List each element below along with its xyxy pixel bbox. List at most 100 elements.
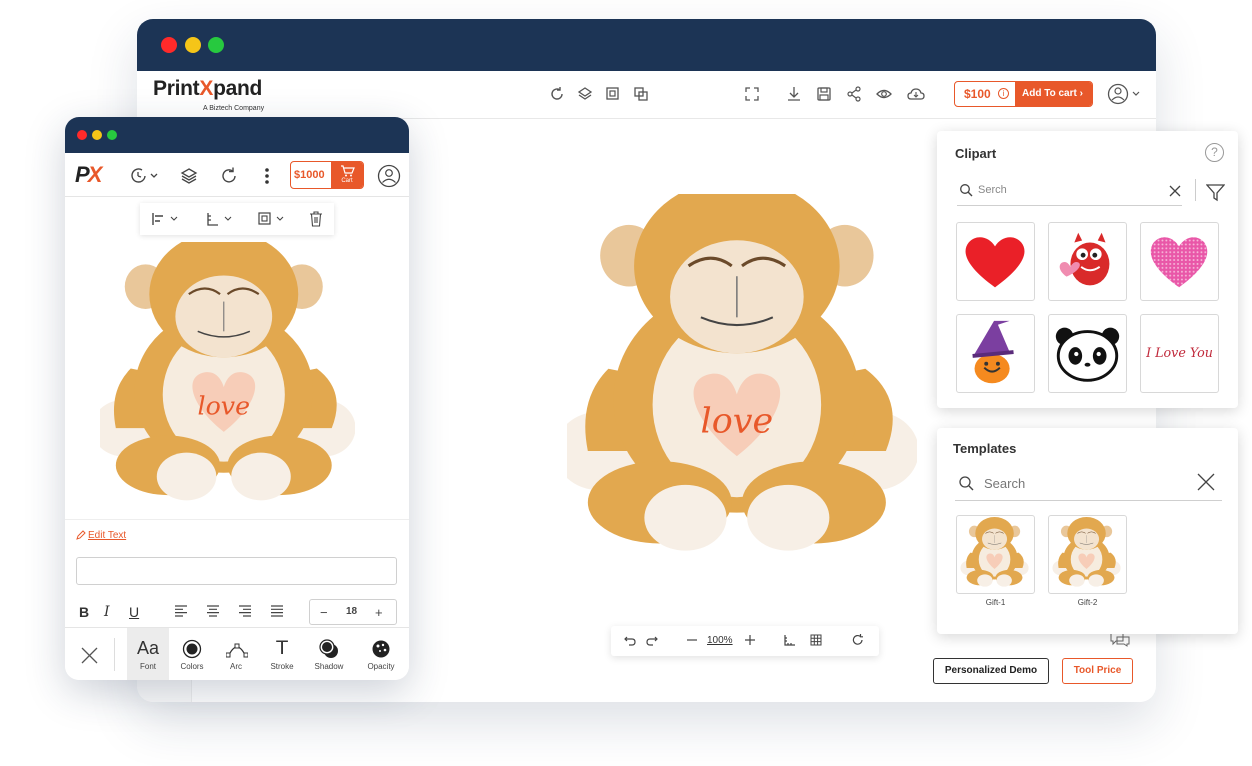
mobile-window: PX $1000 Cart love Edit Text B I U − 18 … xyxy=(65,117,409,680)
pencil-icon xyxy=(76,530,86,540)
bold-button[interactable]: B xyxy=(79,604,89,620)
filter-icon[interactable] xyxy=(1206,183,1225,202)
templates-search-input[interactable]: Search xyxy=(984,476,1025,491)
template-gift-1[interactable] xyxy=(956,515,1035,594)
minimize-dot[interactable] xyxy=(185,37,201,53)
zoom-out-icon[interactable] xyxy=(685,633,699,647)
duplicate-icon[interactable] xyxy=(632,85,650,103)
panda-face-icon xyxy=(1055,327,1120,382)
download-icon[interactable] xyxy=(785,85,803,103)
price-add-to-cart-button[interactable]: $100 i Add To cart › xyxy=(954,81,1093,107)
redo-icon[interactable] xyxy=(645,633,659,647)
shadow-icon xyxy=(319,639,338,658)
layers-icon[interactable] xyxy=(179,166,199,186)
tool-opacity[interactable]: Opacity xyxy=(358,628,404,680)
more-options-icon[interactable] xyxy=(257,166,277,186)
stroke-icon: T xyxy=(276,637,288,659)
personalized-demo-button[interactable]: Personalized Demo xyxy=(933,658,1049,684)
cart-label: Cart xyxy=(331,162,363,188)
copy-icon[interactable] xyxy=(604,85,622,103)
align-center-text-icon[interactable] xyxy=(206,605,220,617)
close-dot[interactable] xyxy=(161,37,177,53)
decrease-size-button[interactable]: − xyxy=(320,605,328,620)
underline-button[interactable]: U xyxy=(129,604,139,620)
share-icon[interactable] xyxy=(845,85,863,103)
preview-icon[interactable] xyxy=(875,85,893,103)
maximize-dot[interactable] xyxy=(107,130,117,140)
opacity-icon xyxy=(372,640,390,658)
align-left-text-icon[interactable] xyxy=(174,605,188,617)
i-love-you-text-icon: I Love You xyxy=(1145,345,1213,360)
refresh-icon[interactable] xyxy=(548,85,566,103)
clipart-red-monster[interactable] xyxy=(1048,222,1127,301)
mobile-product-preview[interactable]: love xyxy=(100,242,355,510)
product-preview[interactable]: love xyxy=(567,194,917,564)
cloud-icon[interactable] xyxy=(907,85,925,103)
clear-search-icon[interactable] xyxy=(1169,185,1181,197)
history-icon[interactable] xyxy=(129,166,161,186)
maximize-dot[interactable] xyxy=(208,37,224,53)
clipart-red-heart[interactable] xyxy=(956,222,1035,301)
text-input[interactable] xyxy=(76,557,397,585)
search-divider xyxy=(1195,179,1196,201)
mobile-cart-button[interactable]: $1000 Cart xyxy=(290,161,364,189)
template-gift-2[interactable] xyxy=(1048,515,1127,594)
copy-icon[interactable] xyxy=(258,212,286,226)
tool-arc[interactable]: Arc xyxy=(213,628,259,680)
minimize-dot[interactable] xyxy=(92,130,102,140)
tool-colors[interactable]: Colors xyxy=(169,628,215,680)
clipart-search-input[interactable]: Serch xyxy=(978,184,1007,196)
align-left-icon[interactable] xyxy=(152,212,180,226)
layers-icon[interactable] xyxy=(576,85,594,103)
close-dot[interactable] xyxy=(77,130,87,140)
undo-icon[interactable] xyxy=(623,633,637,647)
zoom-in-icon[interactable] xyxy=(743,633,757,647)
refresh-icon[interactable] xyxy=(219,166,239,186)
product-print-text: love xyxy=(197,392,250,421)
font-size-value: 18 xyxy=(346,606,358,617)
align-right-text-icon[interactable] xyxy=(238,605,252,617)
save-icon[interactable] xyxy=(815,85,833,103)
tool-price-button[interactable]: Tool Price xyxy=(1062,658,1133,684)
clipart-panda[interactable] xyxy=(1048,314,1127,393)
colors-icon xyxy=(182,639,202,659)
increase-size-button[interactable]: + xyxy=(375,605,383,620)
tool-font[interactable]: Aa Font xyxy=(127,628,169,680)
edit-text-link[interactable]: Edit Text xyxy=(88,530,126,541)
clipart-witch-pumpkin[interactable] xyxy=(956,314,1035,393)
info-icon[interactable]: i xyxy=(998,88,1009,99)
fullscreen-icon[interactable] xyxy=(743,85,761,103)
close-tools-icon[interactable] xyxy=(81,647,98,664)
tool-stroke[interactable]: T Stroke xyxy=(259,628,305,680)
user-avatar-icon[interactable] xyxy=(1107,83,1141,110)
gift-2-thumbnail xyxy=(1052,516,1121,587)
templates-search[interactable]: Search xyxy=(955,466,1222,501)
justify-text-icon[interactable] xyxy=(270,605,284,617)
align-toolbar xyxy=(140,203,334,235)
user-avatar-icon[interactable] xyxy=(377,164,401,188)
position-icon[interactable] xyxy=(206,212,234,226)
clipart-i-love-you[interactable]: I Love You xyxy=(1140,314,1219,393)
templates-panel: Templates Search Gift-1 Gift-2 xyxy=(937,428,1238,634)
delete-icon[interactable] xyxy=(309,211,323,227)
clipart-pink-heart[interactable] xyxy=(1140,222,1219,301)
templates-title: Templates xyxy=(953,441,1017,456)
mobile-titlebar xyxy=(65,117,409,153)
printxpand-logo[interactable]: PrintXpand A Biztech Company xyxy=(153,77,264,112)
grid-icon[interactable] xyxy=(809,633,823,647)
pink-dotted-heart-icon xyxy=(1150,237,1208,288)
clear-search-icon[interactable] xyxy=(1197,473,1215,491)
zoom-level[interactable]: 100% xyxy=(707,635,733,646)
clipart-search[interactable]: Serch xyxy=(957,175,1182,206)
help-icon[interactable]: ? xyxy=(1205,143,1224,162)
reset-icon[interactable] xyxy=(851,633,865,647)
ruler-icon[interactable] xyxy=(783,633,797,647)
italic-button[interactable]: I xyxy=(104,604,110,620)
mobile-canvas: love xyxy=(65,197,409,519)
font-size-stepper[interactable]: − 18 + xyxy=(309,599,397,625)
text-edit-area: Edit Text B I U − 18 + xyxy=(65,519,409,627)
svg-text:I Love You: I Love You xyxy=(1145,345,1213,360)
px-logo[interactable]: PX xyxy=(75,162,102,188)
tool-shadow[interactable]: Shadow xyxy=(306,628,352,680)
template-label: Gift-2 xyxy=(1077,598,1098,607)
